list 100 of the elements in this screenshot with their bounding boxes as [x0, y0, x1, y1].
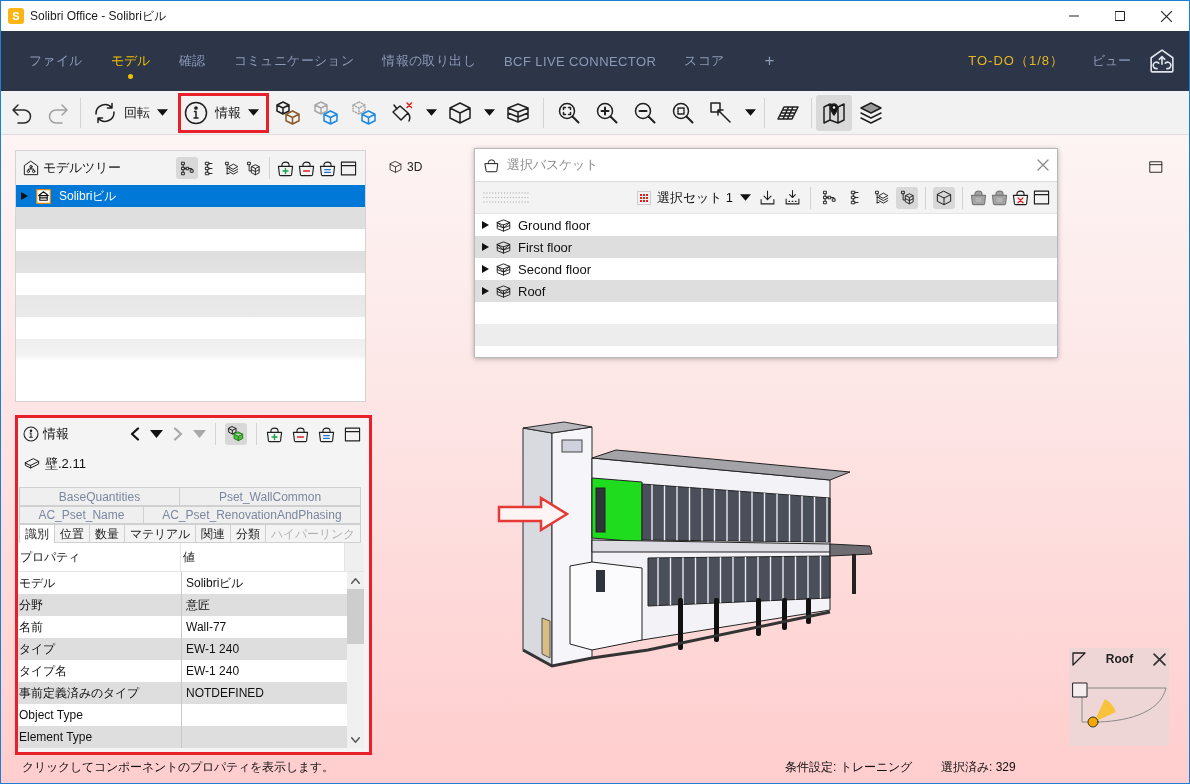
menu-tab[interactable]: コミュニケーション: [219, 31, 369, 91]
todo-button[interactable]: TO-DO（1/8）: [958, 41, 1074, 81]
status-hint: クリックしてコンポーネントのプロパティを表示します。: [22, 758, 335, 776]
selection-set-dropdown[interactable]: 選択セット 1: [655, 185, 753, 210]
boxes-icon[interactable]: [276, 100, 300, 125]
paint-bucket-icon[interactable]: [390, 100, 414, 125]
rotate-button[interactable]: 回転: [87, 92, 178, 133]
selection-filter-button[interactable]: [225, 423, 247, 445]
cube-icon: [389, 160, 402, 174]
close-icon[interactable]: [1153, 652, 1166, 666]
menu-tab[interactable]: ファイル: [15, 31, 97, 91]
menu-tab[interactable]: モデル: [96, 31, 165, 91]
caret-icon: [157, 109, 168, 116]
bag-plus-icon[interactable]: [266, 425, 283, 443]
storey-icon: [496, 283, 511, 299]
close-icon[interactable]: [1160, 10, 1172, 22]
zoom-window-icon[interactable]: [671, 100, 695, 125]
view-label: 3D: [407, 160, 423, 174]
caret-icon[interactable]: [483, 109, 495, 116]
add-tab-button[interactable]: +: [750, 41, 789, 81]
expand-arrow-icon[interactable]: [482, 221, 489, 229]
download-icon[interactable]: [759, 189, 776, 206]
property-tab[interactable]: マテリアル: [124, 524, 196, 543]
bag-icon: [484, 157, 499, 173]
tree-item[interactable]: First floor: [475, 236, 1057, 258]
bag-minus-icon[interactable]: [298, 159, 315, 177]
condition-status: 条件設定: トレーニング: [785, 758, 913, 776]
grip-handle-icon: [483, 192, 529, 203]
storey-icon: [496, 261, 511, 277]
app-logo: S: [8, 8, 24, 24]
storey-box-icon[interactable]: [506, 100, 530, 125]
property-tab[interactable]: 位置: [54, 524, 90, 543]
scrollbar[interactable]: [347, 572, 364, 748]
tree-item[interactable]: Second floor: [475, 258, 1057, 280]
layer-tree-icon: [873, 190, 889, 205]
chevron-down-icon[interactable]: [351, 736, 360, 743]
zoom-in-icon[interactable]: [595, 100, 619, 125]
menu-tab[interactable]: BCF LIVE CONNECTOR: [490, 31, 671, 91]
bag-equals-icon[interactable]: [319, 159, 336, 177]
property-tab[interactable]: 数量: [89, 524, 125, 543]
wall-slab-icon: [24, 456, 40, 472]
component-name: 壁.2.11: [45, 455, 86, 473]
zoom-fit-icon[interactable]: [557, 100, 581, 125]
wireframe-box-icon[interactable]: [314, 100, 338, 125]
caret-icon[interactable]: [744, 109, 756, 116]
view-menu-button[interactable]: ビュー: [1078, 41, 1145, 81]
tree-view-mode-button[interactable]: [896, 186, 918, 209]
tree-item[interactable]: Ground floor: [475, 214, 1057, 236]
column-header[interactable]: プロパティ: [18, 543, 181, 571]
panel-title: モデルツリー: [43, 159, 121, 177]
expand-arrow-icon[interactable]: [482, 265, 489, 273]
info-icon: [23, 426, 39, 442]
window-icon[interactable]: [1149, 160, 1163, 174]
caret-icon[interactable]: [425, 109, 437, 116]
chevron-left-icon[interactable]: [129, 427, 141, 441]
rotate-icon: [93, 100, 117, 125]
bag-plus-icon[interactable]: [277, 159, 294, 177]
maximize-icon[interactable]: [1115, 11, 1125, 21]
bag-remove-icon[interactable]: [1012, 189, 1029, 206]
cubes-icon: [228, 426, 244, 442]
table-cell-text: モデル: [18, 574, 56, 592]
show-3d-button[interactable]: [933, 186, 955, 209]
bag-minus-icon[interactable]: [292, 425, 309, 443]
window-icon[interactable]: [344, 425, 361, 443]
layers-icon[interactable]: [859, 100, 883, 125]
bag-equals-icon[interactable]: [318, 425, 335, 443]
window-icon[interactable]: [1033, 189, 1050, 206]
triangle-icon[interactable]: [1072, 652, 1086, 666]
chevron-up-icon[interactable]: [351, 577, 360, 584]
info-button[interactable]: 情報: [178, 92, 269, 133]
storey-tree-icon: [245, 160, 261, 176]
caret-icon: [740, 194, 751, 201]
selection-set-icon: [637, 190, 652, 205]
tree-item[interactable]: Roof: [475, 280, 1057, 302]
table-cell-text: 名前: [18, 618, 44, 636]
expand-arrow-icon[interactable]: [482, 243, 489, 251]
download-tray-icon[interactable]: [784, 189, 801, 206]
floor-plan-title: Roof: [1105, 652, 1134, 666]
selection-count: 選択済み: 329: [941, 758, 1017, 776]
caret-icon[interactable]: [150, 430, 163, 438]
zoom-out-icon[interactable]: [633, 100, 657, 125]
property-tab[interactable]: 識別: [19, 524, 55, 543]
cube-icon[interactable]: [448, 100, 472, 125]
table-cell-text: 事前定義済みのタイプ: [18, 684, 141, 702]
menu-tab[interactable]: スコア: [670, 31, 739, 91]
scrollbar-thumb[interactable]: [347, 589, 364, 644]
dotted-box-icon[interactable]: [352, 100, 376, 125]
select-arrow-icon[interactable]: [709, 100, 733, 125]
menu-tab[interactable]: 情報の取り出し: [368, 31, 491, 91]
tree-view-mode-button[interactable]: [176, 157, 198, 179]
map-view-button[interactable]: [816, 94, 852, 131]
property-tab[interactable]: 関連: [195, 524, 231, 543]
expand-arrow-icon[interactable]: [482, 287, 489, 295]
property-tab[interactable]: 分類: [230, 524, 266, 543]
window-icon[interactable]: [340, 159, 357, 177]
window-title: Solibri Office - Solibriビル: [30, 7, 166, 25]
tree-item[interactable]: Solibriビル: [16, 185, 365, 207]
hierarchy-tree-icon: [179, 160, 195, 176]
home-sync-icon[interactable]: [1149, 48, 1175, 74]
menu-tab[interactable]: 確認: [164, 31, 220, 91]
